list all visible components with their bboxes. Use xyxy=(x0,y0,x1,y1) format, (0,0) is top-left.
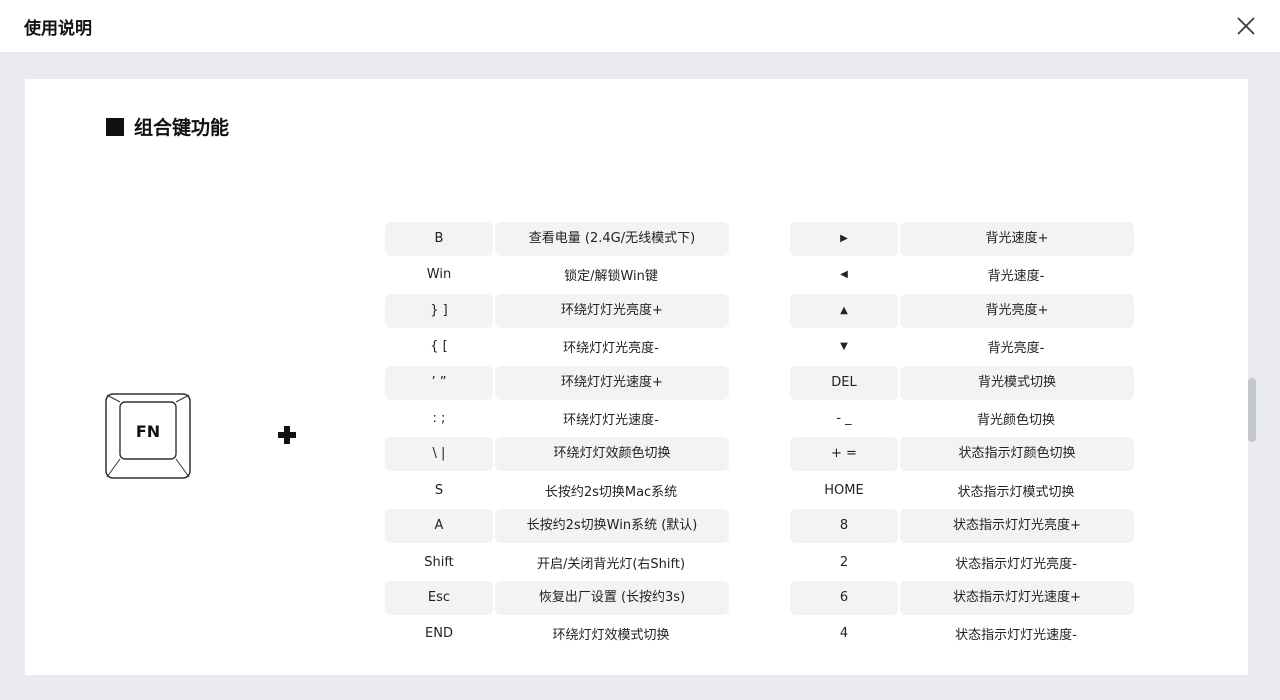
table-row: } ] 环绕灯灯光亮度+ xyxy=(385,293,729,328)
shortcut-key: B xyxy=(385,222,493,256)
table-row: 2 状态指示灯灯光亮度- xyxy=(790,545,1134,579)
shortcut-key: : ; xyxy=(432,410,446,426)
shortcut-key: END xyxy=(425,626,453,642)
shortcut-key: 6 xyxy=(790,580,898,615)
shortcut-description: 背光模式切换 xyxy=(900,365,1134,400)
dialog-header: 使用说明 xyxy=(0,0,1280,52)
shortcut-key: { [ xyxy=(430,339,448,355)
shortcut-description: 背光颜色切换 xyxy=(976,412,1055,428)
table-row: ▲ 背光亮度+ xyxy=(790,293,1134,328)
table-row: Esc 恢复出厂设置 (长按约3s) xyxy=(385,580,729,615)
shortcut-key: Win xyxy=(426,267,452,283)
shortcut-description: 环绕灯灯光亮度- xyxy=(563,341,659,357)
shortcut-description: 状态指示灯灯光亮度+ xyxy=(900,509,1134,544)
table-row: 6 状态指示灯灯光速度+ xyxy=(790,580,1134,615)
arrow-up-icon: ▲ xyxy=(790,293,898,328)
plus-icon xyxy=(278,426,296,444)
shortcut-description: 环绕灯灯效颜色切换 xyxy=(495,437,729,472)
shortcut-key: Esc xyxy=(385,580,493,615)
section-title: 组合键功能 xyxy=(134,117,230,139)
shortcut-description: 长按约2s切换Mac系统 xyxy=(544,484,678,500)
shortcut-description: 锁定/解锁Win键 xyxy=(564,269,658,285)
table-row: END 环绕灯灯效模式切换 xyxy=(385,617,729,651)
arrow-right-icon: ▶ xyxy=(790,222,898,256)
table-row: \ | 环绕灯灯效颜色切换 xyxy=(385,437,729,472)
shortcut-key: } ] xyxy=(385,293,493,328)
shortcut-key: Shift xyxy=(424,554,454,570)
shortcut-key: S xyxy=(434,482,444,498)
table-row: A 长按约2s切换Win系统 (默认) xyxy=(385,509,729,544)
shortcut-description: 开启/关闭背光灯(右Shift) xyxy=(536,556,686,572)
shortcut-description: 状态指示灯灯光速度+ xyxy=(900,580,1134,615)
square-bullet-icon xyxy=(106,117,124,136)
shortcut-key: 2 xyxy=(839,554,849,570)
table-row: DEL 背光模式切换 xyxy=(790,365,1134,400)
table-row: B 查看电量 (2.4G/无线模式下) xyxy=(385,222,729,256)
arrow-down-icon: ▼ xyxy=(840,341,848,353)
table-row: 8 状态指示灯灯光亮度+ xyxy=(790,509,1134,544)
table-row: + = 状态指示灯颜色切换 xyxy=(790,437,1134,472)
shortcut-key: + = xyxy=(790,437,898,472)
shortcut-description: 状态指示灯颜色切换 xyxy=(900,437,1134,472)
fn-key-label: FN xyxy=(135,421,161,441)
table-row: - _ 背光颜色切换 xyxy=(790,401,1134,435)
shortcut-description: 长按约2s切换Win系统 (默认) xyxy=(495,509,729,544)
content-panel: 组合键功能 FN B 查看电量 (2.4G/无线模式下) Win 锁定/解锁Win键… xyxy=(25,79,1248,675)
close-icon[interactable] xyxy=(1234,14,1258,38)
shortcut-description: 环绕灯灯光速度- xyxy=(563,412,659,428)
shortcut-description: 状态指示灯模式切换 xyxy=(957,484,1075,500)
shortcut-description: 背光速度+ xyxy=(900,222,1134,256)
table-row: ’ ” 环绕灯灯光速度+ xyxy=(385,365,729,400)
shortcut-key: - _ xyxy=(836,410,852,426)
shortcut-description: 状态指示灯灯光亮度- xyxy=(955,556,1077,572)
shortcut-key: A xyxy=(385,509,493,544)
shortcut-table-left: B 查看电量 (2.4G/无线模式下) Win 锁定/解锁Win键 } ] 环绕灯灯光… xyxy=(385,222,729,653)
shortcut-description: 状态指示灯灯光速度- xyxy=(955,628,1077,644)
table-row: : ; 环绕灯灯光速度- xyxy=(385,401,729,435)
shortcut-description: 环绕灯灯效模式切换 xyxy=(552,628,670,644)
shortcut-key: 8 xyxy=(790,509,898,544)
table-row: ▼ 背光亮度- xyxy=(790,330,1134,364)
shortcut-description: 环绕灯灯光速度+ xyxy=(495,365,729,400)
shortcut-description: 查看电量 (2.4G/无线模式下) xyxy=(495,222,729,256)
table-row: S 长按约2s切换Mac系统 xyxy=(385,473,729,507)
vertical-scrollbar[interactable] xyxy=(1248,378,1256,442)
shortcut-description: 背光亮度+ xyxy=(900,293,1134,328)
dialog-title: 使用说明 xyxy=(24,19,92,39)
section-heading: 组合键功能 xyxy=(106,113,229,140)
table-row: Win 锁定/解锁Win键 xyxy=(385,258,729,292)
shortcut-key: ’ ” xyxy=(385,365,493,400)
shortcut-key: HOME xyxy=(824,482,864,498)
table-row: ◀ 背光速度- xyxy=(790,258,1134,292)
table-row: ▶ 背光速度+ xyxy=(790,222,1134,256)
shortcut-description: 恢复出厂设置 (长按约3s) xyxy=(495,580,729,615)
shortcut-description: 背光速度- xyxy=(987,269,1045,285)
shortcut-key: 4 xyxy=(839,626,849,642)
table-row: 4 状态指示灯灯光速度- xyxy=(790,617,1134,651)
table-row: HOME 状态指示灯模式切换 xyxy=(790,473,1134,507)
shortcut-key: DEL xyxy=(790,365,898,400)
shortcut-description: 背光亮度- xyxy=(987,341,1045,357)
table-row: { [ 环绕灯灯光亮度- xyxy=(385,330,729,364)
shortcut-key: \ | xyxy=(385,437,493,472)
arrow-left-icon: ◀ xyxy=(840,269,848,281)
table-row: Shift 开启/关闭背光灯(右Shift) xyxy=(385,545,729,579)
shortcut-description: 环绕灯灯光亮度+ xyxy=(495,293,729,328)
shortcut-table-right: ▶ 背光速度+ ◀ 背光速度- ▲ 背光亮度+ ▼ 背光亮度- DEL 背光模式切换 - … xyxy=(790,222,1134,653)
